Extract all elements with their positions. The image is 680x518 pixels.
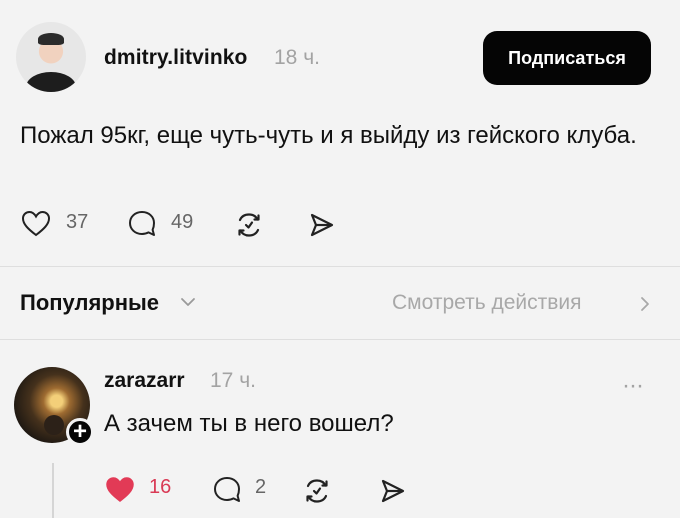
add-follow-badge[interactable]: + bbox=[66, 418, 94, 446]
divider bbox=[0, 266, 680, 267]
send-icon[interactable] bbox=[305, 208, 339, 242]
post-author-avatar[interactable] bbox=[16, 22, 86, 92]
reply-thread-line bbox=[52, 463, 54, 518]
comment-like-count: 16 bbox=[149, 476, 172, 498]
chevron-down-icon[interactable] bbox=[178, 292, 198, 312]
view-activity-link[interactable]: Смотреть действия bbox=[392, 291, 582, 315]
divider bbox=[0, 339, 680, 340]
chevron-right-icon[interactable] bbox=[637, 294, 653, 314]
post-comment-count: 49 bbox=[171, 211, 194, 233]
comment-text: А зачем ты в него вошел? bbox=[104, 410, 394, 437]
post-text: Пожал 95кг, еще чуть-чуть и я выйду из г… bbox=[20, 122, 637, 149]
comment-timestamp: 17 ч. bbox=[210, 369, 256, 392]
repost-icon[interactable] bbox=[300, 474, 334, 508]
heart-icon[interactable] bbox=[20, 208, 52, 240]
post-like-count: 37 bbox=[66, 211, 89, 233]
post-username[interactable]: dmitry.litvinko bbox=[104, 46, 247, 70]
comment-username[interactable]: zarazarr bbox=[104, 369, 185, 393]
repost-icon[interactable] bbox=[232, 208, 266, 242]
more-icon[interactable]: ··· bbox=[622, 372, 644, 400]
comment-bubble-icon[interactable] bbox=[126, 208, 158, 240]
send-icon[interactable] bbox=[376, 474, 410, 508]
post-timestamp: 18 ч. bbox=[274, 46, 320, 69]
heart-icon[interactable] bbox=[104, 474, 136, 506]
comment-bubble-icon[interactable] bbox=[211, 474, 243, 506]
follow-button[interactable]: Подписаться bbox=[483, 31, 651, 85]
comment-comment-count: 2 bbox=[255, 476, 267, 498]
sort-selector-label[interactable]: Популярные bbox=[20, 290, 159, 316]
